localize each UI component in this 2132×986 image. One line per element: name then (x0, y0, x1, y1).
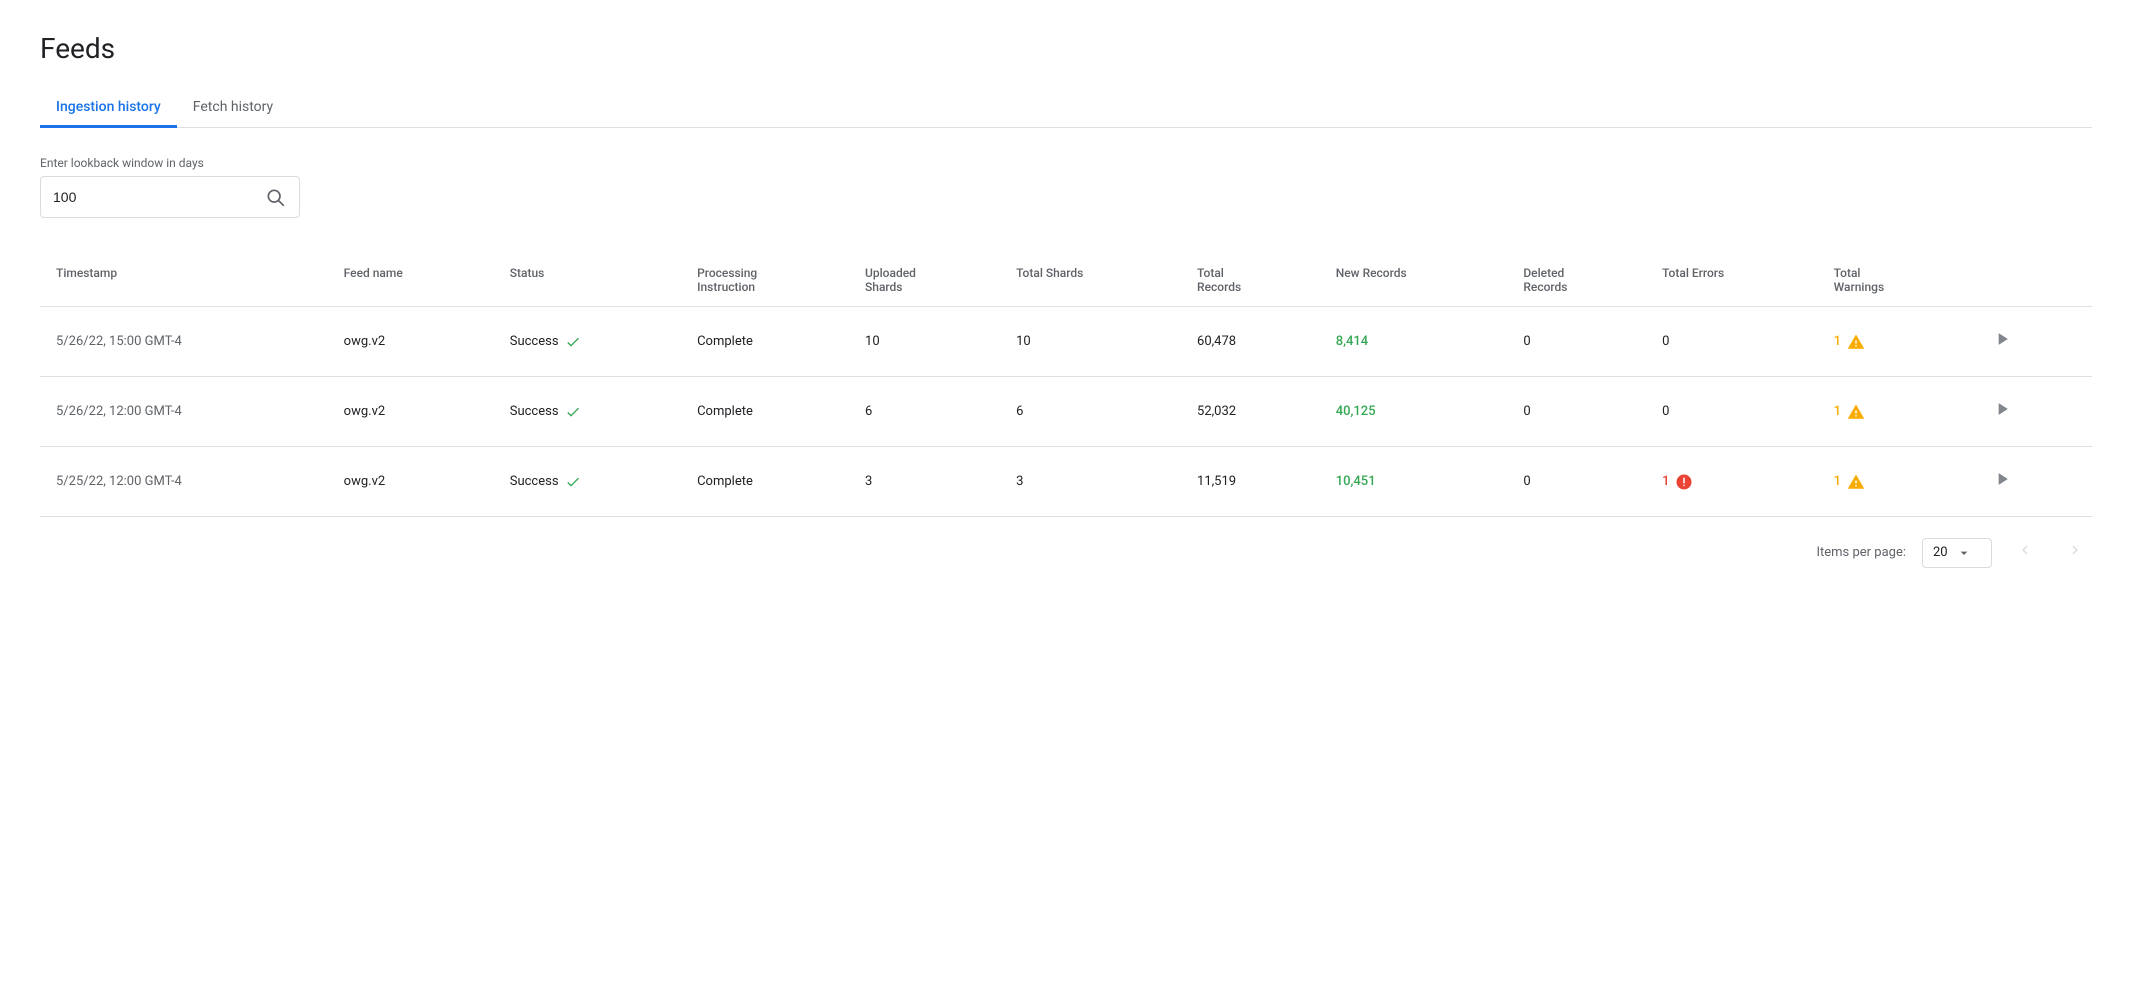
search-input[interactable] (53, 189, 263, 205)
cell-feed-name: owg.v2 (328, 447, 494, 517)
warning-icon (1847, 403, 1865, 421)
check-icon (565, 334, 581, 350)
cell-action (1968, 377, 2092, 447)
col-total-records: TotalRecords (1181, 254, 1320, 307)
chevron-right-icon (2066, 541, 2084, 559)
tab-bar: Ingestion history Fetch history (40, 89, 2092, 128)
search-section: Enter lookback window in days (40, 156, 2092, 218)
cell-new-records: 8,414 (1320, 307, 1508, 377)
pagination-row: Items per page: 20 (40, 517, 2092, 588)
cell-status: Success (494, 447, 681, 517)
cell-new-records: 40,125 (1320, 377, 1508, 447)
col-total-errors: Total Errors (1646, 254, 1818, 307)
cell-total-warnings: 1 (1818, 447, 1968, 517)
warning-icon (1847, 333, 1865, 351)
cell-deleted-records: 0 (1507, 377, 1646, 447)
items-per-page-value: 20 (1933, 545, 1948, 560)
cell-uploaded-shards: 6 (849, 377, 1000, 447)
prev-page-button[interactable] (2008, 537, 2042, 568)
warning-icon (1847, 473, 1865, 491)
table-header-row: Timestamp Feed name Status ProcessingIns… (40, 254, 2092, 307)
tab-fetch-history[interactable]: Fetch history (177, 89, 289, 128)
warning-count: 1 (1834, 474, 1841, 489)
col-total-warnings: TotalWarnings (1818, 254, 1968, 307)
search-label: Enter lookback window in days (40, 156, 2092, 170)
cell-total-errors: 0 (1646, 307, 1818, 377)
cell-processing-instruction: Complete (681, 447, 849, 517)
cell-total-warnings: 1 (1818, 307, 1968, 377)
cell-processing-instruction: Complete (681, 307, 849, 377)
col-status: Status (494, 254, 681, 307)
table-row: 5/25/22, 12:00 GMT-4owg.v2 Success Complet… (40, 447, 2092, 517)
check-icon (565, 474, 581, 490)
cell-status: Success (494, 307, 681, 377)
cell-total-records: 11,519 (1181, 447, 1320, 517)
col-uploaded-shards: UploadedShards (849, 254, 1000, 307)
error-icon (1675, 473, 1693, 491)
col-feed-name: Feed name (328, 254, 494, 307)
tab-ingestion-history[interactable]: Ingestion history (40, 89, 177, 128)
row-details-button[interactable] (1984, 325, 2020, 358)
row-details-button[interactable] (1984, 465, 2020, 498)
col-total-shards: Total Shards (1000, 254, 1181, 307)
cell-deleted-records: 0 (1507, 447, 1646, 517)
status-label: Success (510, 404, 559, 419)
status-label: Success (510, 334, 559, 349)
table-row: 5/26/22, 12:00 GMT-4owg.v2 Success Complet… (40, 377, 2092, 447)
cell-total-errors: 1 (1646, 447, 1818, 517)
arrow-right-icon (1992, 399, 2012, 419)
cell-total-shards: 3 (1000, 447, 1181, 517)
cell-total-shards: 6 (1000, 377, 1181, 447)
cell-feed-name: owg.v2 (328, 377, 494, 447)
warning-count: 1 (1834, 334, 1841, 349)
table-wrapper: Timestamp Feed name Status ProcessingIns… (40, 254, 2092, 517)
arrow-right-icon (1992, 469, 2012, 489)
dropdown-icon (1956, 545, 1972, 561)
table-row: 5/26/22, 15:00 GMT-4owg.v2 Success Complet… (40, 307, 2092, 377)
cell-timestamp: 5/26/22, 12:00 GMT-4 (40, 377, 328, 447)
next-page-button[interactable] (2058, 537, 2092, 568)
check-icon (565, 404, 581, 420)
search-box (40, 176, 300, 218)
items-per-page-label: Items per page: (1816, 545, 1906, 560)
cell-action (1968, 307, 2092, 377)
chevron-left-icon (2016, 541, 2034, 559)
cell-total-records: 52,032 (1181, 377, 1320, 447)
cell-uploaded-shards: 10 (849, 307, 1000, 377)
search-button[interactable] (263, 185, 287, 209)
cell-deleted-records: 0 (1507, 307, 1646, 377)
col-deleted-records: DeletedRecords (1507, 254, 1646, 307)
search-icon (265, 187, 285, 207)
col-processing-instruction: ProcessingInstruction (681, 254, 849, 307)
cell-total-warnings: 1 (1818, 377, 1968, 447)
cell-uploaded-shards: 3 (849, 447, 1000, 517)
cell-status: Success (494, 377, 681, 447)
page-title: Feeds (40, 32, 2092, 65)
error-count: 1 (1662, 474, 1669, 489)
warning-count: 1 (1834, 404, 1841, 419)
cell-new-records: 10,451 (1320, 447, 1508, 517)
row-details-button[interactable] (1984, 395, 2020, 428)
items-per-page-select[interactable]: 20 (1922, 538, 1992, 568)
cell-total-records: 60,478 (1181, 307, 1320, 377)
arrow-right-icon (1992, 329, 2012, 349)
col-timestamp: Timestamp (40, 254, 328, 307)
cell-feed-name: owg.v2 (328, 307, 494, 377)
cell-timestamp: 5/26/22, 15:00 GMT-4 (40, 307, 328, 377)
ingestion-table: Timestamp Feed name Status ProcessingIns… (40, 254, 2092, 517)
status-label: Success (510, 474, 559, 489)
cell-processing-instruction: Complete (681, 377, 849, 447)
col-action (1968, 254, 2092, 307)
page-container: Feeds Ingestion history Fetch history En… (0, 0, 2132, 620)
cell-action (1968, 447, 2092, 517)
cell-total-errors: 0 (1646, 377, 1818, 447)
cell-timestamp: 5/25/22, 12:00 GMT-4 (40, 447, 328, 517)
cell-total-shards: 10 (1000, 307, 1181, 377)
col-new-records: New Records (1320, 254, 1508, 307)
